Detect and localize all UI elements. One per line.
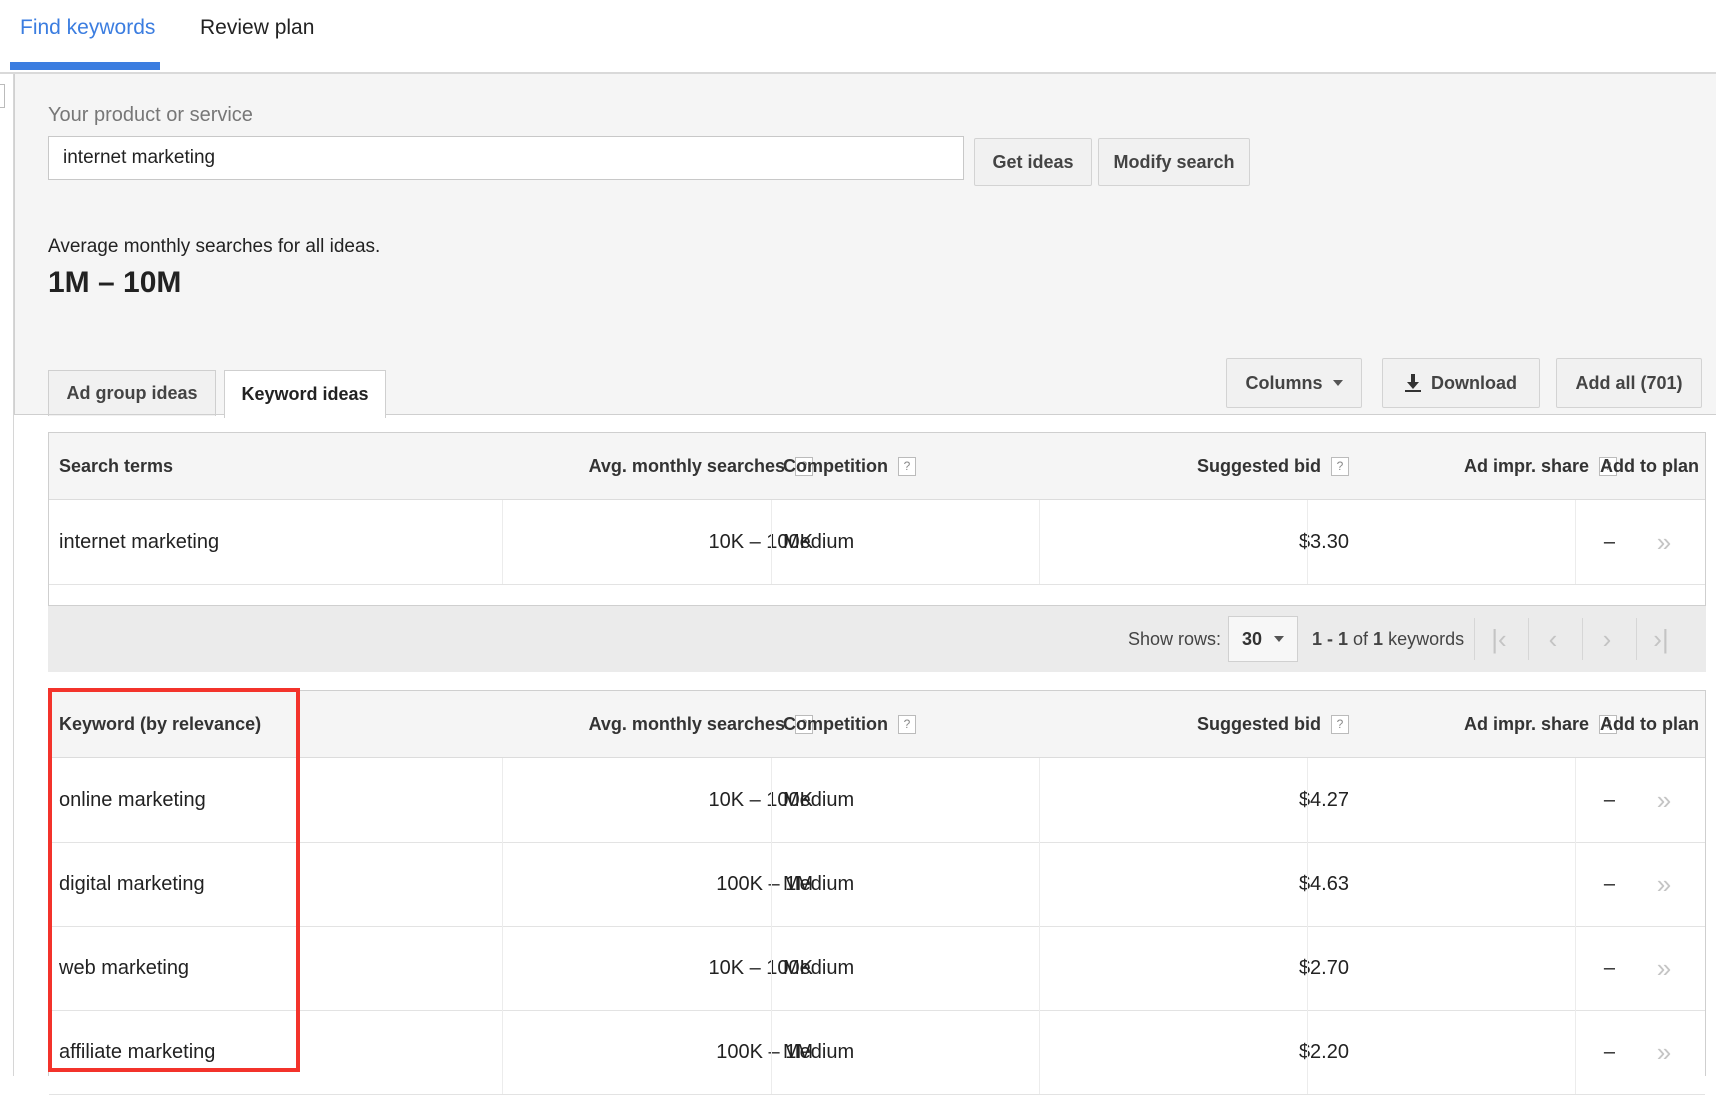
table-row: digital marketing 100K – 1M Medium $4.63 – » [49,842,1705,927]
header-suggested-bid: Suggested bid? [1089,433,1349,499]
suggested-bid-cell: $4.63 [1298,872,1349,895]
impr-share-cell: – [1603,788,1615,811]
help-icon[interactable]: ? [1331,714,1349,734]
modify-search-button[interactable]: Modify search [1098,138,1250,186]
suggested-bid-cell: $2.70 [1298,956,1349,979]
header-search-terms: Search terms [59,455,174,476]
download-icon [1405,374,1421,392]
header-competition: Competition? [783,691,916,757]
avg-searches-cell: 10K – 100K [708,788,813,811]
competition-cell: Medium [783,1040,855,1063]
first-page-icon[interactable]: |‹ [1474,618,1523,660]
search-terms-table: Search terms Avg. monthly searches? Comp… [48,432,1706,606]
avg-searches-cell: 100K – 1M [716,872,813,895]
avg-searches-cell: 100K – 1M [716,1040,813,1063]
avg-searches-cell: 10K – 100K [708,530,813,553]
header-ad-impr-share: Ad impr. share? [1349,433,1617,499]
impr-share-cell: – [1603,872,1615,895]
columns-label: Columns [1245,372,1323,393]
get-ideas-button[interactable]: Get ideas [974,138,1092,186]
add-to-plan-icon[interactable]: » [1639,500,1689,584]
avg-searches-value: 1M – 10M [48,266,182,299]
add-to-plan-icon[interactable]: » [1639,926,1689,1010]
table-row: affiliate marketing 100K – 1M Medium $2.20 –… [49,1010,1705,1095]
rows-per-page-value: 30 [1241,628,1263,649]
rows-per-page-select[interactable]: 30 [1228,616,1298,662]
prev-page-icon[interactable]: ‹ [1528,618,1577,660]
impr-share-cell: – [1603,1040,1615,1063]
last-page-icon[interactable]: ›| [1636,618,1685,660]
table-header: Search terms Avg. monthly searches? Comp… [49,433,1705,500]
add-to-plan-icon[interactable]: » [1639,1010,1689,1094]
download-label: Download [1431,372,1517,393]
avg-searches-label: Average monthly searches for all ideas. [48,236,381,257]
impr-share-cell: – [1603,530,1615,553]
header-add-to-plan: Add to plan [1600,455,1699,476]
header-competition: Competition? [783,433,916,499]
add-to-plan-icon[interactable]: » [1639,758,1689,842]
competition-cell: Medium [783,788,855,811]
collapse-handle[interactable] [0,84,5,108]
competition-cell: Medium [783,530,855,553]
product-search-input[interactable] [48,136,964,180]
search-term-cell: internet marketing [59,530,220,553]
header-ad-impr-share: Ad impr. share? [1349,691,1617,757]
suggested-bid-cell: $3.30 [1298,530,1349,553]
download-button[interactable]: Download [1382,358,1540,408]
tab-find-keywords[interactable]: Find keywords [10,10,165,46]
table-row: web marketing 10K – 100K Medium $2.70 – » [49,926,1705,1011]
keyword-ideas-table: Keyword (by relevance) Avg. monthly sear… [48,690,1706,1095]
avg-searches-cell: 10K – 100K [708,956,813,979]
header-add-to-plan: Add to plan [1600,713,1699,734]
competition-cell: Medium [783,872,855,895]
range-text: 1 - 1 of 1 keywords [1312,628,1465,649]
suggested-bid-cell: $4.27 [1298,788,1349,811]
keyword-cell: online marketing [59,788,206,811]
add-to-plan-icon[interactable]: » [1639,842,1689,926]
header-avg-monthly: Avg. monthly searches? [541,433,813,499]
header-keyword[interactable]: Keyword (by relevance) [59,691,261,757]
active-tab-indicator [10,62,160,70]
header-avg-monthly: Avg. monthly searches? [541,691,813,757]
chevron-down-icon [1274,636,1285,642]
keyword-cell: digital marketing [59,872,205,895]
keyword-cell: affiliate marketing [59,1040,216,1063]
table-row: online marketing 10K – 100K Medium $4.27 – » [49,758,1705,843]
columns-button[interactable]: Columns [1226,358,1362,408]
tab-review-plan[interactable]: Review plan [190,10,324,46]
show-rows-label: Show rows: [1128,628,1222,649]
product-label: Your product or service [48,104,253,126]
pagination-bar: Show rows: 30 1 - 1 of 1 keywords |‹ ‹ › ›| [48,606,1706,672]
left-border [13,74,14,1076]
next-page-icon[interactable]: › [1582,618,1631,660]
help-icon[interactable]: ? [1331,456,1349,476]
impr-share-cell: – [1603,956,1615,979]
chevron-down-icon [1332,380,1343,386]
tab-keyword-ideas[interactable]: Keyword ideas [224,370,386,418]
add-all-button[interactable]: Add all (701) [1556,358,1702,408]
suggested-bid-cell: $2.20 [1298,1040,1349,1063]
keyword-cell: web marketing [59,956,190,979]
help-icon[interactable]: ? [898,456,916,476]
header-suggested-bid: Suggested bid? [1089,691,1349,757]
table-row: internet marketing 10K – 100K Medium $3.… [49,500,1705,585]
help-icon[interactable]: ? [898,714,916,734]
table-header: Keyword (by relevance) Avg. monthly sear… [49,691,1705,758]
tab-ad-group-ideas[interactable]: Ad group ideas [48,370,216,416]
competition-cell: Medium [783,956,855,979]
